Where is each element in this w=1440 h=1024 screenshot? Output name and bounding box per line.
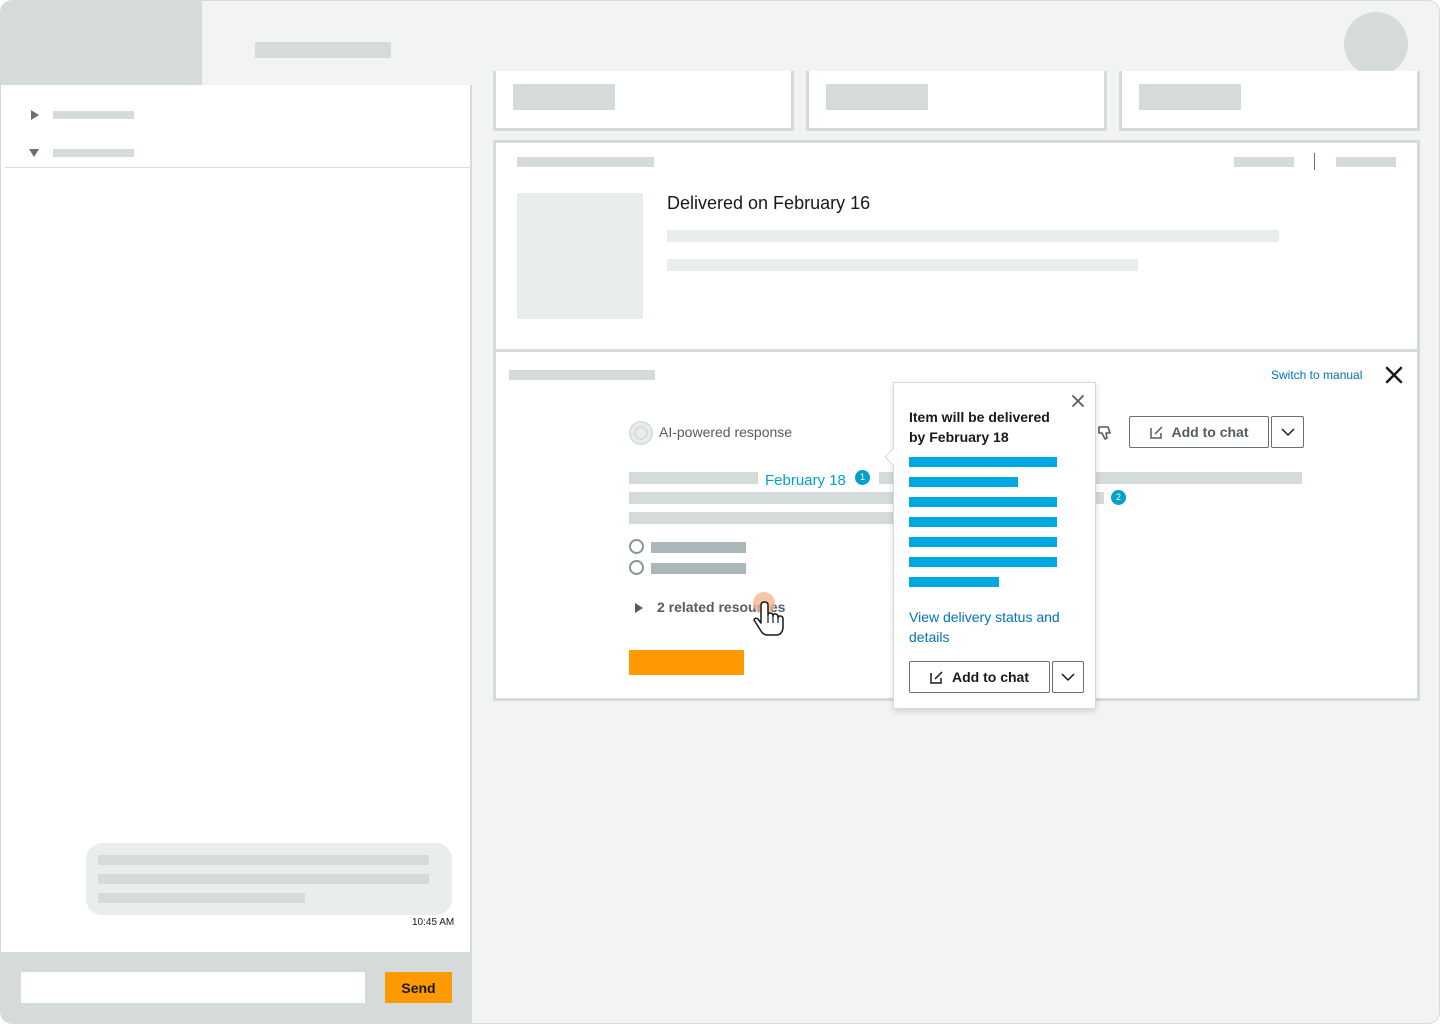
top-bar-left-block [1,1,202,85]
date-reference-link[interactable]: February 18 [765,472,846,489]
thumbs-down-icon[interactable] [1097,424,1115,442]
message-timestamp: 10:45 AM [412,917,455,928]
summary-card[interactable] [1119,71,1420,131]
primary-action-button[interactable] [629,650,744,675]
add-to-chat-button[interactable]: Add to chat [1129,416,1269,448]
citation-badge-1[interactable]: 1 [855,470,870,485]
popover-text-line [909,577,999,587]
close-icon[interactable] [1070,393,1086,409]
caret-right-icon[interactable] [31,110,39,120]
option-radio[interactable] [629,560,644,575]
popover-text-line [909,537,1057,547]
chat-composer: Send [1,952,471,1023]
summary-card[interactable] [493,71,794,131]
product-image [517,193,643,319]
popover-text-line [909,497,1057,507]
response-line-placeholder [1095,472,1302,484]
message-line-placeholder [98,855,429,865]
chat-message-bubble [86,843,452,915]
chat-input[interactable] [21,972,365,1003]
citation-badge-2[interactable]: 2 [1111,490,1126,505]
send-button[interactable]: Send [385,972,452,1003]
switch-to-manual-link[interactable]: Switch to manual [1271,368,1362,382]
popover-title: Item will be delivered by February 18 [909,409,1050,445]
summary-card[interactable] [806,71,1107,131]
citation-popover: Item will be delivered by February 18 Vi… [884,382,1096,709]
avatar[interactable] [1344,12,1408,76]
edit-icon [1149,426,1163,439]
delivery-status-title: Delivered on February 16 [667,193,871,213]
app-window: 10:45 AM Send Delivered on February 16 S… [0,0,1440,1024]
add-to-chat-label: Add to chat [1171,424,1249,440]
popover-text-line [909,477,1018,487]
chat-panel: 10:45 AM Send [1,85,472,1023]
popover-text-line [909,517,1057,527]
popover-text-line [909,457,1057,467]
order-card-action-placeholder[interactable] [1234,157,1294,167]
caret-right-icon [635,603,643,613]
popover-add-to-chat-button[interactable]: Add to chat [909,661,1050,693]
assistant-panel-heading-placeholder [509,370,655,380]
view-delivery-status-link[interactable]: View delivery status and details [909,607,1084,647]
response-line-placeholder [629,512,895,524]
option-label-placeholder [651,563,746,574]
tree-item-expanded[interactable] [1,138,471,168]
response-line-placeholder [1095,492,1104,504]
order-detail-line-placeholder [667,230,1279,242]
summary-card-placeholder [826,84,928,110]
tree-item-label-placeholder [53,111,134,119]
message-line-placeholder [98,874,429,884]
summary-card-placeholder [513,84,615,110]
popover-text-line [909,557,1057,567]
ai-sparkle-icon [629,421,653,445]
order-card-heading-placeholder [517,157,654,167]
popover-add-to-chat-label: Add to chat [952,669,1029,685]
option-radio[interactable] [629,539,644,554]
caret-down-icon[interactable] [29,149,39,157]
ai-response-label: AI-powered response [659,424,793,440]
pointer-cursor-icon [753,592,784,636]
tree-item-collapsed[interactable] [1,100,471,130]
chevron-down-icon [1280,428,1295,437]
order-detail-line-placeholder [667,259,1138,271]
message-line-placeholder [98,893,305,903]
summary-card-placeholder [1139,84,1241,110]
close-icon[interactable] [1383,364,1405,386]
action-separator [1314,153,1315,170]
response-line-placeholder [629,492,895,504]
chevron-down-icon [1061,673,1075,682]
order-card-action-placeholder[interactable] [1336,157,1396,167]
divider [5,167,471,168]
top-bar-title-placeholder [255,42,391,58]
add-to-chat-dropdown[interactable] [1271,416,1304,448]
option-label-placeholder [651,542,746,553]
tree-item-label-placeholder [53,149,134,157]
response-line-placeholder [629,472,758,484]
edit-icon [930,671,943,684]
popover-add-to-chat-dropdown[interactable] [1052,661,1084,693]
